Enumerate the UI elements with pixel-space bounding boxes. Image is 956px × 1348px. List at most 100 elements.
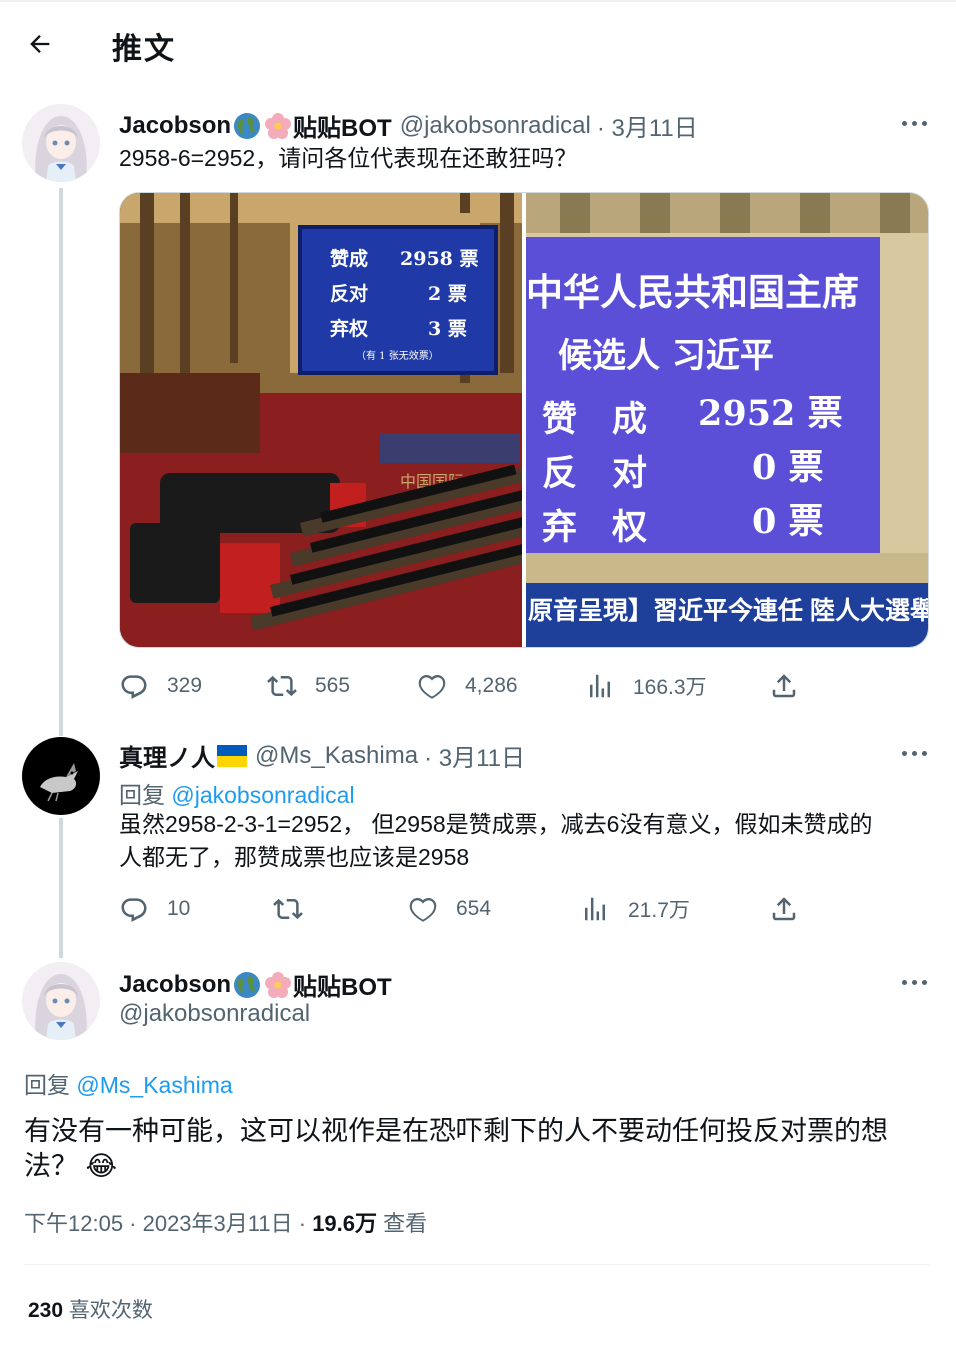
- handle[interactable]: @Ms_Kashima: [255, 742, 418, 770]
- avatar[interactable]: [22, 104, 100, 182]
- left-vote-label: 弃权: [330, 317, 368, 340]
- share-icon: [772, 897, 796, 921]
- reply-context: 回复 @Ms_Kashima: [24, 1066, 233, 1100]
- views-button[interactable]: 166.3万: [585, 666, 707, 706]
- ukraine-flag-icon: [217, 744, 247, 767]
- retweet-icon: [273, 898, 303, 920]
- more-button[interactable]: [894, 738, 934, 768]
- thread-line: [59, 818, 63, 958]
- tweet-photos: 赞成 2958 票 反对 2 票 弃权 3 票 （有 1 张无效票） 中国国际: [120, 193, 929, 647]
- views-count: 21.7万: [628, 899, 690, 922]
- tweet-author-row: 真理ノ人 @Ms_Kashima · 3月11日: [119, 738, 525, 773]
- likes-summary[interactable]: 230 喜欢次数: [28, 1294, 153, 1324]
- handle[interactable]: @jakobsonradical: [400, 112, 591, 140]
- like-button[interactable]: 654: [408, 889, 491, 929]
- likes-total: 230: [28, 1299, 64, 1322]
- like-icon: [418, 674, 446, 699]
- tweet-meta: 下午12:05 · 2023年3月11日 · 19.6万 查看: [24, 1206, 427, 1238]
- flower-icon: [265, 112, 292, 139]
- share-button[interactable]: [769, 889, 817, 929]
- tweet-text-line: 虽然2958-2-3-1=2952， 但2958是赞成票，减去6没有意义，假如未…: [119, 811, 873, 837]
- back-arrow-icon: [30, 35, 50, 53]
- tweet-text-line: 法？ 😂: [24, 1149, 924, 1184]
- right-news-caption: 原音呈現】習近平今連任 陸人大選舉國家: [528, 596, 929, 625]
- tweet-author-row: Jacobson 贴贴BOT: [119, 967, 392, 1002]
- thread-line: [59, 188, 63, 736]
- tweet-text: 虽然2958-2-3-1=2952， 但2958是赞成票，减去6没有意义，假如未…: [119, 808, 939, 874]
- tweet-text-tail: 法？: [24, 1151, 78, 1181]
- reply-icon: [121, 898, 147, 922]
- views-icon: [585, 897, 605, 921]
- reply-count: 329: [167, 674, 203, 697]
- right-vote-value: 2952 票: [698, 393, 843, 434]
- reply-count: 10: [167, 897, 191, 920]
- right-board-candidate: 候选人 习近平: [558, 336, 774, 376]
- globe-icon: [234, 112, 261, 139]
- retweet-button[interactable]: 565: [267, 666, 350, 706]
- right-vote-value: 0 票: [752, 501, 824, 542]
- page-header: 推文: [0, 0, 956, 90]
- like-count: 4,286: [465, 674, 518, 697]
- bot-label[interactable]: 贴贴BOT: [293, 967, 392, 1002]
- tweet-text-line: 有没有一种可能，这可以视作是在恐吓剩下的人不要动任何投反对票的想: [24, 1116, 888, 1146]
- right-board-title: 中华人民共和国主席: [526, 270, 859, 314]
- left-vote-value: 3 票: [428, 318, 467, 340]
- bot-label[interactable]: 贴贴BOT: [293, 108, 392, 143]
- left-vote-note: （有 1 张无效票）: [356, 349, 439, 362]
- page-title: 推文: [112, 33, 176, 66]
- more-button[interactable]: [894, 108, 934, 138]
- tweet-actions: 10 654 21.7万: [119, 889, 799, 929]
- retweet-count: 565: [315, 674, 351, 697]
- reply-button[interactable]: 10: [119, 889, 190, 929]
- tweet-text: 2958-6=2952，请问各位代表现在还敢狂吗？: [119, 145, 578, 171]
- reply-icon: [121, 675, 147, 699]
- display-name[interactable]: Jacobson: [119, 971, 231, 999]
- handle[interactable]: @jakobsonradical: [119, 1000, 310, 1028]
- views-count: 166.3万: [633, 676, 707, 699]
- divider: [24, 1264, 930, 1265]
- retweet-icon: [267, 675, 297, 697]
- reply-mention-link[interactable]: @jakobsonradical: [171, 782, 354, 808]
- reply-context: 回复 @jakobsonradical: [119, 776, 355, 810]
- retweet-button[interactable]: [273, 889, 321, 929]
- right-vote-value: 0 票: [752, 447, 824, 488]
- right-vote-label: 弃 权: [542, 507, 647, 548]
- views-button[interactable]: 21.7万: [580, 889, 690, 929]
- likes-label: 喜欢次数: [68, 1299, 153, 1322]
- left-vote-label: 反对: [330, 282, 368, 305]
- tweet-date[interactable]: · 3月11日: [597, 108, 698, 143]
- reply-button[interactable]: 329: [119, 666, 202, 706]
- like-icon: [409, 897, 437, 922]
- tweet-date[interactable]: · 3月11日: [424, 738, 525, 773]
- tweet-actions: 329 565 4,286 166.3万: [119, 666, 799, 706]
- handle-row: @jakobsonradical: [119, 1000, 310, 1028]
- right-vote-label: 赞 成: [542, 399, 647, 440]
- left-vote-value: 2958 票: [400, 248, 479, 270]
- like-count: 654: [456, 897, 492, 920]
- reply-mention-link[interactable]: @Ms_Kashima: [76, 1072, 232, 1098]
- right-vote-label: 反 对: [542, 453, 647, 494]
- views-icon: [590, 674, 610, 698]
- more-button[interactable]: [894, 967, 934, 997]
- like-button[interactable]: 4,286: [417, 666, 518, 706]
- flower-icon: [265, 971, 292, 998]
- tweet-text-line: 人都无了，那赞成票也应该是2958: [119, 844, 470, 870]
- focused-tweet-text: 有没有一种可能，这可以视作是在恐吓剩下的人不要动任何投反对票的想 法？ 😂: [24, 1114, 924, 1184]
- tweet-timestamp[interactable]: 下午12:05 · 2023年3月11日 ·: [24, 1211, 306, 1236]
- display-name[interactable]: Jacobson: [119, 112, 231, 140]
- share-icon: [772, 674, 796, 698]
- views-label: 查看: [383, 1211, 428, 1236]
- left-vote-label: 赞成: [329, 247, 368, 270]
- share-button[interactable]: [769, 666, 817, 706]
- back-button[interactable]: [22, 26, 58, 62]
- reply-prefix: 回复: [119, 782, 165, 808]
- left-vote-value: 2 票: [428, 283, 467, 305]
- avatar[interactable]: [22, 737, 100, 815]
- avatar[interactable]: [22, 962, 100, 1040]
- views-total: 19.6万: [312, 1211, 378, 1236]
- display-name[interactable]: 真理ノ人: [119, 738, 215, 773]
- globe-icon: [234, 971, 261, 998]
- reply-prefix: 回复: [24, 1072, 70, 1098]
- tweet-media[interactable]: 赞成 2958 票 反对 2 票 弃权 3 票 （有 1 张无效票） 中国国际: [119, 192, 929, 648]
- tweet-author-row: Jacobson 贴贴BOT @jakobsonradical · 3月11日: [119, 108, 698, 143]
